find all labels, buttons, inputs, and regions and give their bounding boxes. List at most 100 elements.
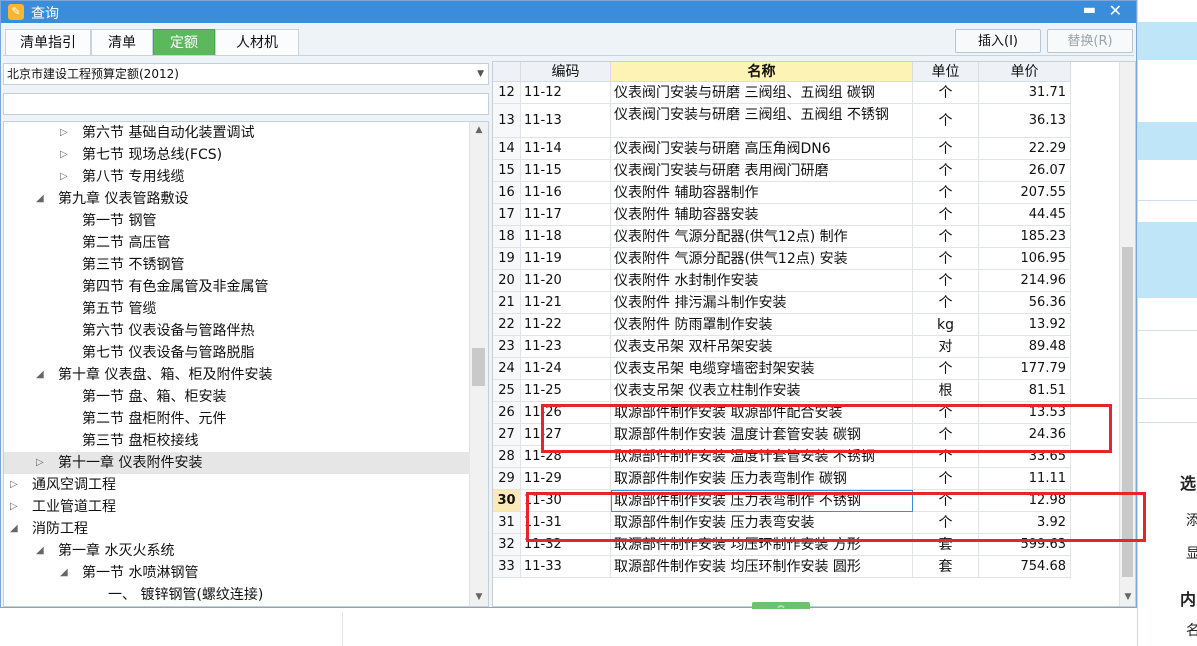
unit-cell[interactable]: 个 xyxy=(913,226,979,248)
code-cell[interactable]: 11-24 xyxy=(521,358,611,380)
tree-item[interactable]: ◢ 第一节 水喷淋钢管 xyxy=(4,562,470,584)
insert-button[interactable]: 插入(I) xyxy=(955,29,1041,53)
scroll-thumb[interactable] xyxy=(472,348,485,386)
price-cell[interactable]: 26.07 xyxy=(979,160,1071,182)
panel-splitter[interactable]: ︽ xyxy=(752,602,810,609)
price-cell[interactable]: 214.96 xyxy=(979,270,1071,292)
unit-cell[interactable]: 对 xyxy=(913,336,979,358)
expand-icon[interactable]: ▷ xyxy=(60,144,68,166)
price-cell[interactable]: 185.23 xyxy=(979,226,1071,248)
price-cell[interactable]: 56.36 xyxy=(979,292,1071,314)
price-cell[interactable]: 31.71 xyxy=(979,82,1071,104)
row-number[interactable]: 22 xyxy=(493,314,521,336)
row-number[interactable]: 30 xyxy=(493,490,521,512)
name-cell[interactable]: 仪表附件 排污漏斗制作安装 xyxy=(611,292,913,314)
title-bar[interactable]: ✎ 查询 ▬ ✕ xyxy=(1,1,1136,23)
name-cell[interactable]: 仪表附件 辅助容器安装 xyxy=(611,204,913,226)
name-cell[interactable]: 仪表支吊架 双杆吊架安装 xyxy=(611,336,913,358)
header-unit[interactable]: 单位 xyxy=(913,62,979,82)
name-cell[interactable]: 仪表附件 气源分配器(供气12点) 安装 xyxy=(611,248,913,270)
row-number[interactable]: 28 xyxy=(493,446,521,468)
price-cell[interactable]: 13.92 xyxy=(979,314,1071,336)
code-cell[interactable]: 11-16 xyxy=(521,182,611,204)
tree-item[interactable]: 第二节 高压管 xyxy=(4,232,470,254)
expand-icon[interactable]: ▷ xyxy=(60,166,68,188)
name-cell[interactable]: 仪表支吊架 电缆穿墙密封架安装 xyxy=(611,358,913,380)
price-cell[interactable]: 44.45 xyxy=(979,204,1071,226)
row-number[interactable]: 29 xyxy=(493,468,521,490)
row-number[interactable]: 15 xyxy=(493,160,521,182)
close-icon[interactable]: ✕ xyxy=(1109,1,1122,20)
unit-cell[interactable]: 个 xyxy=(913,292,979,314)
code-cell[interactable]: 11-15 xyxy=(521,160,611,182)
row-number[interactable]: 23 xyxy=(493,336,521,358)
name-cell[interactable]: 仪表附件 辅助容器制作 xyxy=(611,182,913,204)
code-cell[interactable]: 11-29 xyxy=(521,468,611,490)
row-number[interactable]: 24 xyxy=(493,358,521,380)
tab-list-guide[interactable]: 清单指引 xyxy=(5,29,91,55)
unit-cell[interactable]: 个 xyxy=(913,182,979,204)
tree-item[interactable]: ▷ 第十一章 仪表附件安装 xyxy=(4,452,470,474)
replace-button[interactable]: 替换(R) xyxy=(1047,29,1133,53)
code-cell[interactable]: 11-19 xyxy=(521,248,611,270)
name-cell[interactable]: 仪表附件 防雨罩制作安装 xyxy=(611,314,913,336)
scroll-up-icon[interactable]: ▲ xyxy=(470,122,488,139)
tree-item[interactable]: 第五节 管缆 xyxy=(4,298,470,320)
tree-item[interactable]: 第一节 钢管 xyxy=(4,210,470,232)
tree-item[interactable]: 第三节 盘柜校接线 xyxy=(4,430,470,452)
scroll-down-icon[interactable]: ▼ xyxy=(470,589,488,606)
tree-item[interactable]: ▷ 第七节 现场总线(FCS) xyxy=(4,144,470,166)
price-cell[interactable]: 11.11 xyxy=(979,468,1071,490)
collapse-icon[interactable]: ◢ xyxy=(36,364,44,386)
tab-list[interactable]: 清单 xyxy=(91,29,153,55)
name-cell[interactable]: 取源部件制作安装 压力表弯制作 碳钢 xyxy=(611,468,913,490)
code-cell[interactable]: 11-23 xyxy=(521,336,611,358)
expand-icon[interactable]: ▷ xyxy=(36,452,44,474)
unit-cell[interactable]: 个 xyxy=(913,104,979,138)
tree-item[interactable]: ▷ 第六节 基础自动化装置调试 xyxy=(4,122,470,144)
scroll-down-icon[interactable]: ▼ xyxy=(1120,589,1135,606)
tree-item[interactable]: 第六节 仪表设备与管路伴热 xyxy=(4,320,470,342)
expand-icon[interactable]: ▷ xyxy=(10,496,18,518)
code-cell[interactable]: 11-33 xyxy=(521,556,611,578)
unit-cell[interactable]: 个 xyxy=(913,138,979,160)
row-number[interactable]: 26 xyxy=(493,402,521,424)
tree-item[interactable]: ◢ 消防工程 xyxy=(4,518,470,540)
row-number[interactable]: 17 xyxy=(493,204,521,226)
expand-icon[interactable]: ▷ xyxy=(10,474,18,496)
row-number[interactable]: 19 xyxy=(493,248,521,270)
row-number[interactable]: 25 xyxy=(493,380,521,402)
tree-item[interactable]: ◢ 第一章 水灭火系统 xyxy=(4,540,470,562)
unit-cell[interactable]: 根 xyxy=(913,380,979,402)
price-cell[interactable]: 207.55 xyxy=(979,182,1071,204)
tree-item[interactable]: ▷ 第八节 专用线缆 xyxy=(4,166,470,188)
row-number[interactable]: 27 xyxy=(493,424,521,446)
unit-cell[interactable]: 个 xyxy=(913,270,979,292)
price-cell[interactable]: 22.29 xyxy=(979,138,1071,160)
collapse-icon[interactable]: ◢ xyxy=(36,188,44,210)
name-cell[interactable]: 仪表附件 水封制作安装 xyxy=(611,270,913,292)
unit-cell[interactable]: 个 xyxy=(913,248,979,270)
header-price[interactable]: 单价 xyxy=(979,62,1071,82)
search-input[interactable] xyxy=(3,93,489,115)
code-cell[interactable]: 11-21 xyxy=(521,292,611,314)
code-cell[interactable]: 11-12 xyxy=(521,82,611,104)
code-cell[interactable]: 11-22 xyxy=(521,314,611,336)
row-number[interactable]: 21 xyxy=(493,292,521,314)
expand-icon[interactable]: ▷ xyxy=(60,122,68,144)
tree-item[interactable]: 第一节 盘、箱、柜安装 xyxy=(4,386,470,408)
unit-cell[interactable]: 套 xyxy=(913,556,979,578)
unit-cell[interactable]: 个 xyxy=(913,82,979,104)
row-number[interactable]: 14 xyxy=(493,138,521,160)
header-name[interactable]: 名称 xyxy=(611,62,913,82)
unit-cell[interactable]: 个 xyxy=(913,160,979,182)
row-number[interactable]: 13 xyxy=(493,104,521,138)
tree-item[interactable]: 第七节 仪表设备与管路脱脂 xyxy=(4,342,470,364)
code-cell[interactable]: 11-13 xyxy=(521,104,611,138)
name-cell[interactable]: 取源部件制作安装 均压环制作安装 圆形 xyxy=(611,556,913,578)
row-number[interactable]: 31 xyxy=(493,512,521,534)
minimize-icon[interactable]: ▬ xyxy=(1083,2,1096,18)
name-cell[interactable]: 仪表阀门安装与研磨 三阀组、五阀组 碳钢 xyxy=(611,82,913,104)
row-number[interactable]: 18 xyxy=(493,226,521,248)
price-cell[interactable]: 177.79 xyxy=(979,358,1071,380)
